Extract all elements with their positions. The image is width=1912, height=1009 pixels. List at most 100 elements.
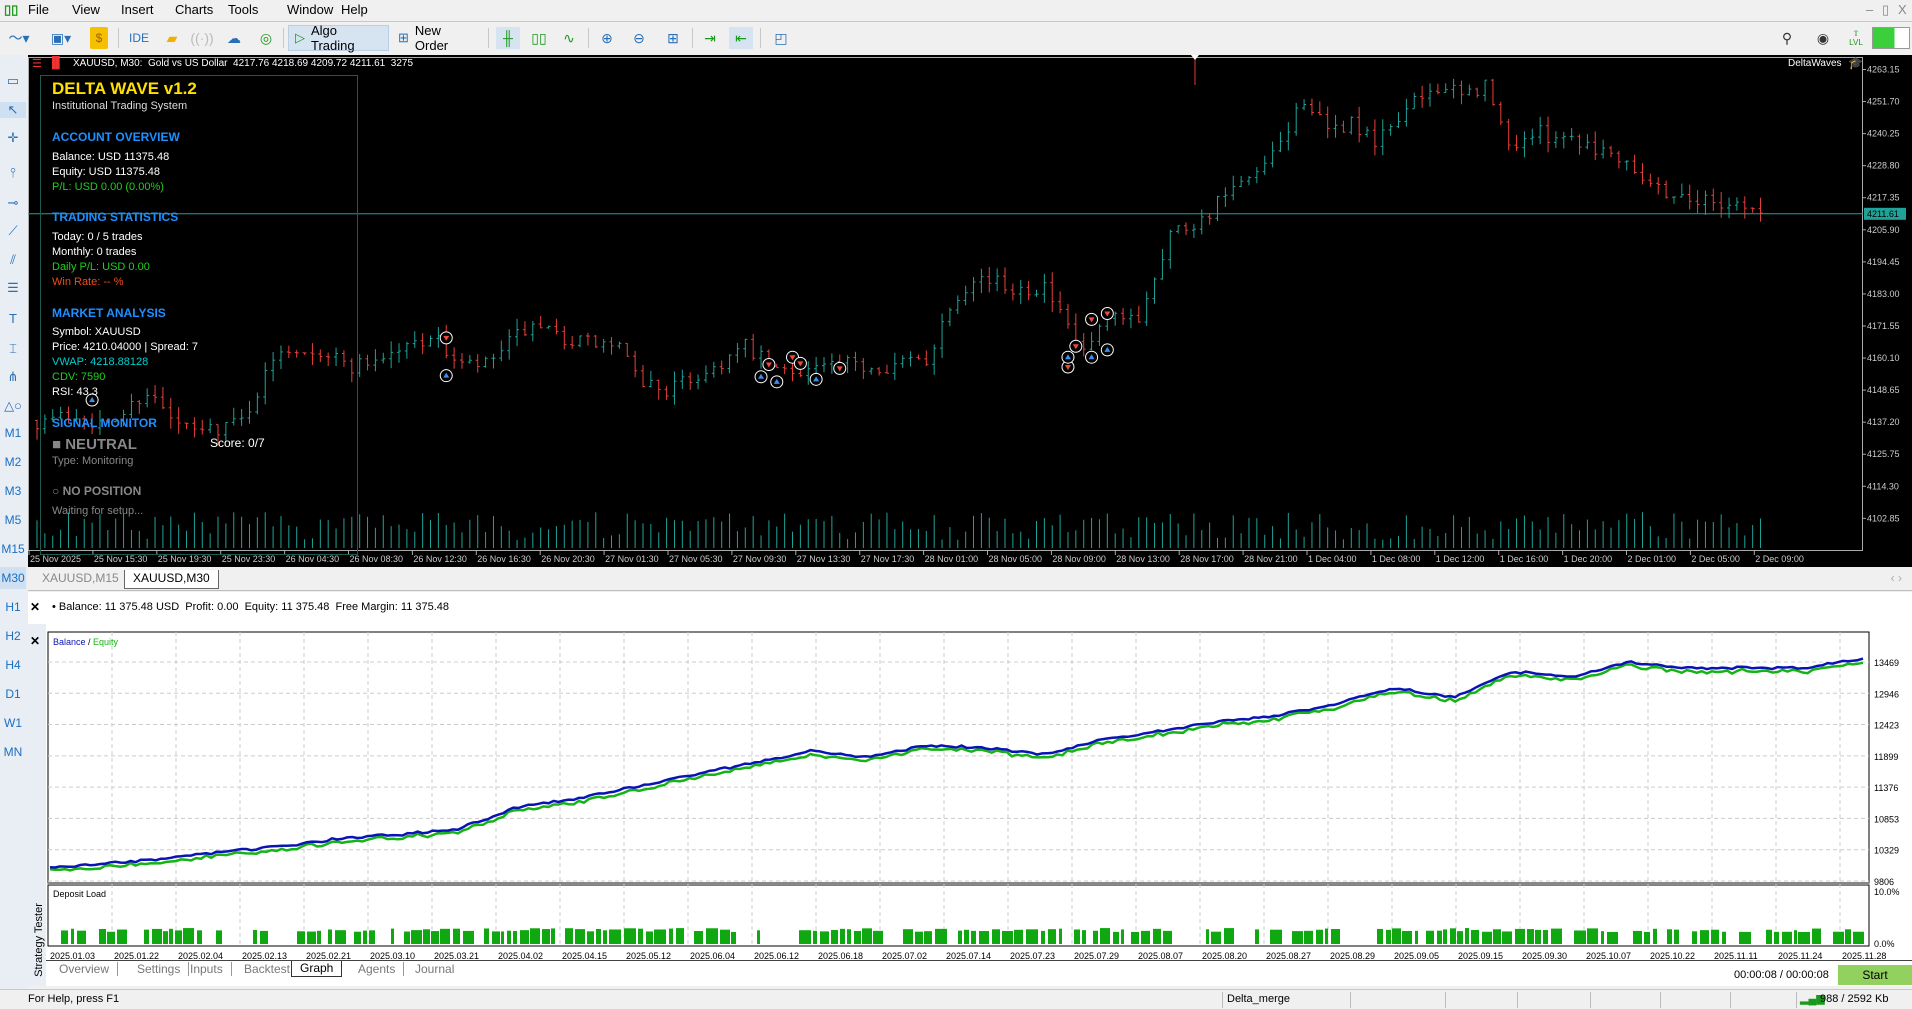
main-toolbar: 〜▾ ▣▾ $ IDE ▰ ((·)) ☁ ◎ ▷ Algo Trading ⊞ N…: [0, 21, 1912, 53]
text-label-icon[interactable]: ⌶: [0, 341, 26, 357]
tester-tab-inputs[interactable]: Inputs: [190, 962, 232, 976]
zoom-in-icon[interactable]: ⊕: [596, 27, 618, 49]
dollar-icon[interactable]: $: [90, 27, 108, 49]
chart-tabs: XAUUSD,M15 XAUUSD,M30 ‹ ›: [28, 567, 1912, 591]
menu-charts[interactable]: Charts: [175, 2, 213, 17]
line-chart-icon[interactable]: ∿: [558, 27, 580, 49]
tester-tab-agents[interactable]: Agents: [358, 962, 405, 976]
community-globe-icon[interactable]: ◎: [256, 27, 276, 49]
algo-trading-button[interactable]: ▷ Algo Trading: [288, 23, 389, 53]
channel-icon[interactable]: ⫽: [0, 252, 26, 268]
y-tick-label: 13469: [1874, 658, 1899, 668]
screenshot-icon[interactable]: ◰: [770, 27, 792, 49]
deposit-load-bar: [915, 931, 923, 944]
timeframe-w1[interactable]: W1: [0, 712, 26, 734]
deposit-load-bar: [152, 928, 162, 944]
menu-insert[interactable]: Insert: [121, 2, 154, 17]
deposit-load-bar: [1443, 929, 1447, 944]
close-window-button[interactable]: X: [1898, 2, 1907, 17]
deposit-load-bar: [694, 931, 703, 944]
deposit-load-bar: [1535, 929, 1541, 944]
timeframe-mn[interactable]: MN: [0, 741, 26, 763]
timeframe-h2[interactable]: H2: [0, 625, 26, 647]
vertical-line-icon[interactable]: ⫯: [0, 165, 26, 181]
deposit-load-bar: [1392, 928, 1401, 944]
lvl-label: LVL: [1849, 38, 1863, 47]
lvl-icon[interactable]: ⇧ LVL: [1846, 27, 1866, 49]
fibonacci-icon[interactable]: ☰: [0, 280, 26, 296]
deposit-load-bar: [1082, 930, 1086, 944]
minimize-button[interactable]: –: [1866, 2, 1873, 17]
timeframe-m1[interactable]: M1: [0, 422, 26, 444]
trendline-icon[interactable]: ⟋: [0, 223, 26, 239]
tab-xauusd-m30[interactable]: XAUUSD,M30: [124, 570, 219, 589]
tile-windows-icon[interactable]: ⊞: [662, 27, 684, 49]
menu-tools[interactable]: Tools: [228, 2, 258, 17]
deposit-load-bar: [391, 928, 394, 944]
timeframe-m3[interactable]: M3: [0, 480, 26, 502]
ide-button[interactable]: IDE: [126, 27, 152, 49]
deposit-load-bar: [297, 931, 305, 944]
deposit-load-bar: [992, 929, 1000, 944]
zoom-out-icon[interactable]: ⊖: [628, 27, 650, 49]
tester-tab-journal[interactable]: Journal: [415, 962, 454, 976]
pitchfork-icon[interactable]: ⋔: [0, 369, 26, 385]
menu-window[interactable]: Window: [287, 2, 333, 17]
market-bag-icon[interactable]: ▰: [162, 27, 182, 49]
menu-file[interactable]: File: [28, 2, 49, 17]
close-toolbox-icon[interactable]: ✕: [30, 600, 40, 614]
restore-button[interactable]: ▯: [1882, 2, 1889, 18]
new-order-button[interactable]: ⊞ New Order: [392, 23, 478, 53]
deposit-load-bar: [1331, 928, 1340, 944]
one-click-trading-icon[interactable]: ▐▌: [48, 57, 64, 69]
bar-chart-icon[interactable]: ╫: [496, 27, 520, 49]
account-overview-heading: ACCOUNT OVERVIEW: [52, 130, 180, 144]
deposit-load-bar: [501, 931, 504, 944]
chart-menu-icon[interactable]: ☰: [32, 57, 42, 70]
horizontal-line-icon[interactable]: ⊸: [0, 195, 26, 211]
signals-icon[interactable]: ((·)): [190, 27, 213, 49]
timeframe-d1[interactable]: D1: [0, 683, 26, 705]
account-icon[interactable]: ◉: [1812, 27, 1834, 49]
tab-scroll-arrows-icon[interactable]: ‹ ›: [1891, 571, 1902, 585]
timeframe-m15[interactable]: M15: [0, 538, 26, 560]
equity-text: Equity: USD 11375.48: [52, 166, 161, 178]
rectangle-icon[interactable]: ▭: [0, 73, 26, 89]
text-icon[interactable]: T: [0, 311, 26, 326]
timeframe-m5[interactable]: M5: [0, 509, 26, 531]
timeframe-m2[interactable]: M2: [0, 451, 26, 473]
timeframe-m30[interactable]: M30: [0, 567, 26, 589]
price-tick-label: 4240.25: [1867, 129, 1900, 139]
tester-tab-settings[interactable]: Settings: [137, 962, 190, 976]
autoscroll-icon[interactable]: ⇥: [698, 27, 722, 49]
candlestick-icon[interactable]: ▯▯: [528, 27, 550, 49]
timeframe-h4[interactable]: H4: [0, 654, 26, 676]
menu-view[interactable]: View: [72, 2, 100, 17]
time-label: 1 Dec 08:00: [1372, 554, 1421, 564]
price-tick-label: 4228.80: [1867, 161, 1900, 171]
menu-help[interactable]: Help: [341, 2, 368, 17]
start-button[interactable]: Start: [1838, 965, 1912, 985]
deposit-load-bar: [335, 930, 346, 944]
deposit-load-bar: [1377, 928, 1383, 944]
deposit-load-bar: [1026, 929, 1038, 944]
line-chart-dropdown-icon[interactable]: 〜▾: [4, 27, 34, 49]
tab-xauusd-m15[interactable]: XAUUSD,M15: [34, 570, 127, 589]
chart-shift-icon[interactable]: ⇤: [729, 27, 753, 49]
deposit-load-bar: [1692, 931, 1697, 944]
win-rate-text: Win Rate: -- %: [52, 276, 124, 288]
shapes-icon[interactable]: △○: [0, 398, 26, 414]
tester-tab-graph[interactable]: Graph: [291, 960, 343, 977]
tester-tab-overview[interactable]: Overview: [59, 962, 119, 976]
crosshair-icon[interactable]: ✛: [0, 130, 26, 146]
chart-template-dropdown-icon[interactable]: ▣▾: [44, 27, 78, 49]
cursor-icon[interactable]: ↖: [0, 102, 26, 118]
price-chart[interactable]: 4263.15 4251.70 4240.25 4228.80 4217.35 4205.…: [28, 55, 1912, 567]
help-text: For Help, press F1: [28, 993, 120, 1005]
deposit-load-bar: [1700, 930, 1709, 944]
tester-graph[interactable]: 13469 12946 12423 11899 11376 10853 10329 98061…: [28, 624, 1912, 964]
timeframe-h1[interactable]: H1: [0, 596, 26, 618]
vps-cloud-icon[interactable]: ☁: [224, 27, 244, 49]
panel-title: DELTA WAVE v1.2: [52, 79, 197, 98]
search-icon[interactable]: ⚲: [1776, 27, 1798, 49]
